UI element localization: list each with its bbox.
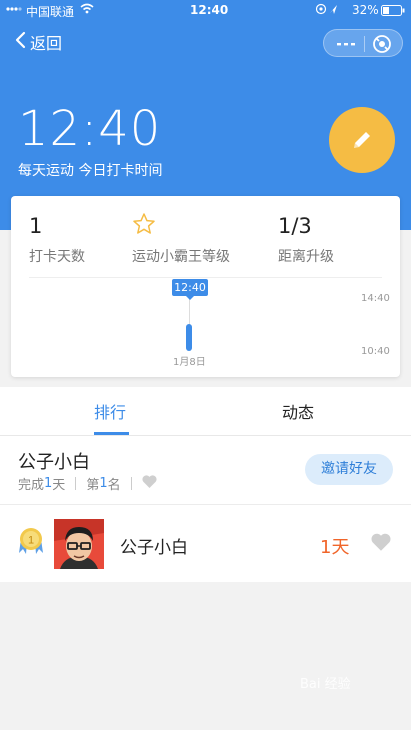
stats-card: 1 打卡天数 运动小霸王等级 1/3 距离升级 12:40 1月8日 14:40… xyxy=(11,196,400,377)
done-prefix: 完成 xyxy=(18,478,45,493)
pencil-icon xyxy=(350,128,374,156)
location-icon xyxy=(315,3,340,18)
rank-suffix: 名 xyxy=(107,478,121,493)
timeline-date: 1月8日 xyxy=(173,357,206,368)
done-suffix: 天 xyxy=(52,478,66,493)
gold-medal-icon: 1 xyxy=(18,527,44,563)
carrier-label: 中国联通 xyxy=(26,5,75,19)
done-count: 1 xyxy=(44,476,53,491)
edit-button[interactable] xyxy=(329,107,395,173)
back-label: 返回 xyxy=(30,34,63,53)
battery-percent: 32% xyxy=(352,3,379,17)
more-icon[interactable] xyxy=(336,36,356,56)
signal-icon xyxy=(6,3,22,17)
chevron-left-icon xyxy=(14,31,26,53)
wifi-icon xyxy=(80,3,94,17)
active-tab-indicator xyxy=(94,432,129,435)
close-mini-program-icon[interactable] xyxy=(372,34,392,58)
tab-activity[interactable]: 动态 xyxy=(282,399,314,423)
back-button[interactable]: 返回 xyxy=(14,30,62,54)
status-time: 12:40 xyxy=(190,3,229,17)
heart-icon[interactable] xyxy=(371,533,391,555)
invite-friends-button[interactable]: 邀请好友 xyxy=(305,454,393,485)
my-stats: 完成 1 天 第1名 xyxy=(18,474,157,493)
checkin-days-value: 1 xyxy=(29,214,43,238)
upgrade-progress-value: 1/3 xyxy=(278,214,312,238)
avatar[interactable] xyxy=(54,519,104,569)
mini-program-capsule xyxy=(323,29,403,57)
medal-rank: 1 xyxy=(28,535,34,547)
level-label: 运动小霸王等级 xyxy=(132,249,230,265)
checkin-days-label: 打卡天数 xyxy=(29,249,85,265)
checkin-time: 12:40 xyxy=(18,101,162,157)
rank-number: 1 xyxy=(99,476,108,491)
card-divider xyxy=(29,277,382,278)
ranking-days: 1天 xyxy=(320,537,350,558)
timeline-bar xyxy=(186,324,192,351)
watermark: Bai 经验 xyxy=(300,677,351,692)
timeline-time-tag: 12:40 xyxy=(172,279,208,300)
ranking-user-name: 公子小白 xyxy=(120,538,188,558)
timeline-time-top: 14:40 xyxy=(361,293,390,304)
status-bar: 中国联通 12:40 32% xyxy=(0,0,411,22)
tab-ranking[interactable]: 排行 xyxy=(94,399,126,423)
timeline-time-bottom: 10:40 xyxy=(361,346,390,357)
my-summary-row: 公子小白 完成 1 天 第1名 邀请好友 xyxy=(0,436,411,505)
star-outline-icon xyxy=(132,212,156,240)
battery-icon xyxy=(381,5,405,19)
checkin-subtitle: 每天运动 今日打卡时间 xyxy=(18,163,163,179)
tab-bar: 排行 动态 xyxy=(0,387,411,436)
ranking-row: 1 公子小白 1天 xyxy=(0,505,411,582)
rank-prefix: 第 xyxy=(86,478,100,493)
nav-bar: 返回 xyxy=(0,22,411,64)
heart-small-icon[interactable] xyxy=(142,475,157,492)
my-name: 公子小白 xyxy=(18,452,90,473)
upgrade-progress-label: 距离升级 xyxy=(278,249,334,265)
